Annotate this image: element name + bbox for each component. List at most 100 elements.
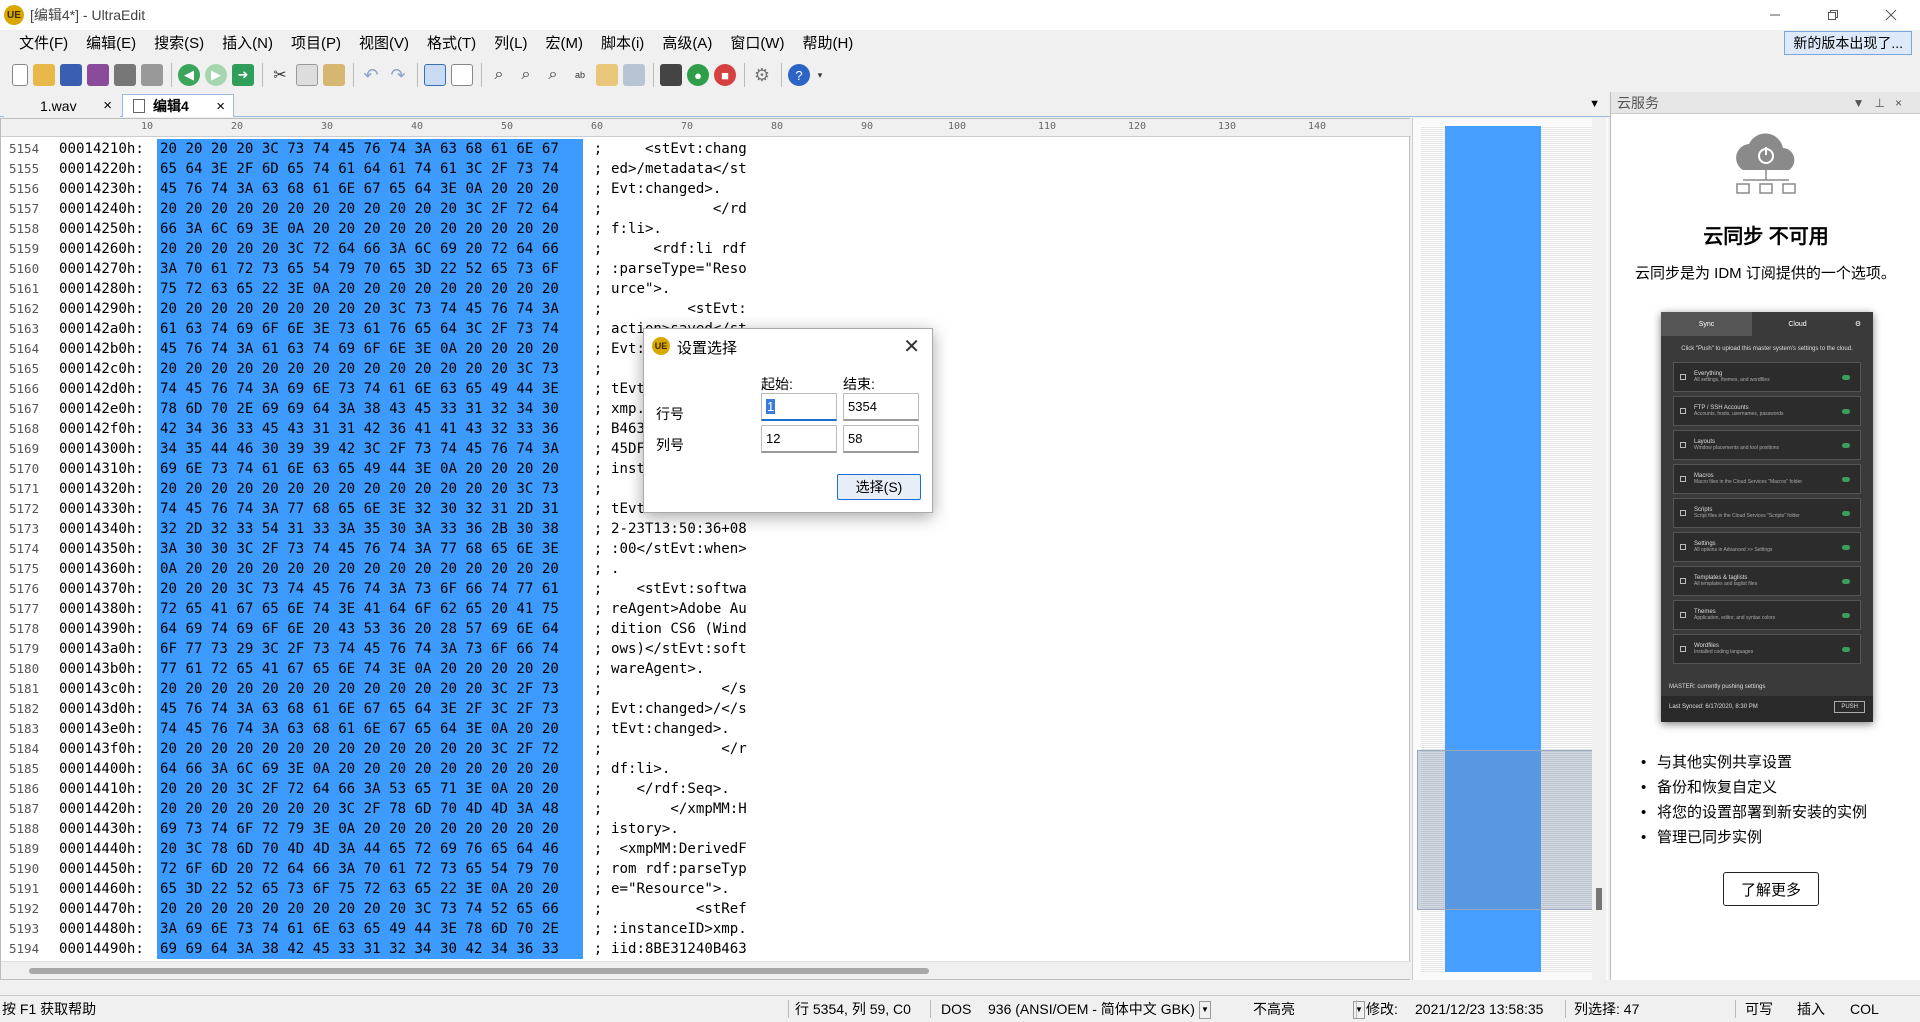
scrollbar-thumb[interactable] [1596, 888, 1602, 910]
hex-row[interactable]: 5188 00014430h: 69 73 74 6F 72 79 3E 0A 20… [1, 819, 1401, 839]
insert-mode[interactable]: 插入 [1797, 996, 1825, 1022]
hex-mode-icon[interactable] [451, 64, 473, 86]
tab-edit4[interactable]: 编辑4 × [122, 94, 234, 117]
tab-close-icon[interactable]: × [103, 97, 112, 114]
writable-status[interactable]: 可写 [1745, 996, 1773, 1022]
replace-in-files-icon[interactable] [623, 64, 645, 86]
learn-more-button[interactable]: 了解更多 [1723, 872, 1819, 906]
undo-icon[interactable]: ↶ [360, 64, 382, 86]
hex-row[interactable]: 5173 00014340h: 32 2D 32 33 54 31 33 3A 35… [1, 519, 1401, 539]
menu-view[interactable]: 视图(V) [350, 30, 418, 57]
hex-row[interactable]: 5178 00014390h: 64 69 74 69 6F 6E 20 43 53… [1, 619, 1401, 639]
hex-row[interactable]: 5192 00014470h: 20 20 20 20 20 20 20 20 20… [1, 899, 1401, 919]
nav-forward-icon[interactable]: ▶ [205, 64, 227, 86]
hex-row[interactable]: 5194 00014490h: 69 69 64 3A 38 42 45 33 31… [1, 939, 1401, 959]
vertical-scrollbar[interactable] [1592, 118, 1606, 980]
codepage-selector[interactable]: 936 (ANSI/OEM - 简体中文 GBK) ▼ [988, 996, 1211, 1022]
column-end-input[interactable]: 58 [843, 425, 919, 453]
print-icon[interactable] [114, 64, 136, 86]
stop-macro-icon[interactable]: ■ [714, 64, 736, 86]
menu-edit[interactable]: 编辑(E) [77, 30, 145, 57]
macro-icon[interactable] [660, 64, 682, 86]
scrollbar-thumb[interactable] [29, 968, 929, 974]
line-ending[interactable]: DOS [941, 996, 971, 1022]
select-button[interactable]: 选择(S) [837, 474, 921, 500]
row-end-input[interactable]: 5354 [843, 393, 919, 421]
hex-row[interactable]: 5184 000143f0h: 20 20 20 20 20 20 20 20 20… [1, 739, 1401, 759]
hex-row[interactable]: 5160 00014270h: 3A 70 61 72 73 65 54 79 70… [1, 259, 1401, 279]
minimap-viewport[interactable] [1417, 750, 1597, 910]
horizontal-scrollbar[interactable] [1, 961, 1411, 979]
menu-search[interactable]: 搜索(S) [145, 30, 213, 57]
toolbar-overflow-icon[interactable]: ▾ [815, 64, 825, 86]
find-prev-icon[interactable]: ⌕ [542, 64, 564, 86]
hex-row[interactable]: 5157 00014240h: 20 20 20 20 20 20 20 20 20… [1, 199, 1401, 219]
column-start-input[interactable]: 12 [761, 425, 837, 453]
new-version-button[interactable]: 新的版本出现了... [1784, 31, 1912, 55]
hex-row[interactable]: 5176 00014370h: 20 20 20 3C 73 74 45 76 74… [1, 579, 1401, 599]
hex-editor[interactable]: 10 20 30 40 50 60 70 80 90 100 110 120 1… [0, 118, 1411, 980]
hex-row[interactable]: 5175 00014360h: 0A 20 20 20 20 20 20 20 20… [1, 559, 1401, 579]
print-preview-icon[interactable] [141, 64, 163, 86]
row-start-input[interactable]: 1 [761, 393, 837, 421]
save-icon[interactable] [60, 64, 82, 86]
minimap[interactable] [1412, 118, 1608, 980]
paste-icon[interactable] [323, 64, 345, 86]
menu-project[interactable]: 项目(P) [282, 30, 350, 57]
menu-insert[interactable]: 插入(N) [213, 30, 282, 57]
tab-list-dropdown-icon[interactable]: ▼ [1589, 98, 1600, 110]
hex-row[interactable]: 5159 00014260h: 20 20 20 20 20 3C 72 64 66… [1, 239, 1401, 259]
menu-file[interactable]: 文件(F) [10, 30, 77, 57]
menu-format[interactable]: 格式(T) [418, 30, 485, 57]
hex-row[interactable]: 5180 000143b0h: 77 61 72 65 41 67 65 6E 74… [1, 659, 1401, 679]
hex-row[interactable]: 5187 00014420h: 20 20 20 20 20 20 20 3C 2F… [1, 799, 1401, 819]
hex-row[interactable]: 5155 00014220h: 65 64 3E 2F 6D 65 74 61 64… [1, 159, 1401, 179]
hex-row[interactable]: 5193 00014480h: 3A 69 6E 73 74 61 6E 63 65… [1, 919, 1401, 939]
record-macro-icon[interactable]: ● [687, 64, 709, 86]
pin-icon[interactable]: ⊥ [1875, 96, 1895, 110]
nav-back-icon[interactable]: ◀ [178, 64, 200, 86]
settings-gear-icon[interactable]: ⚙ [751, 64, 773, 86]
redo-icon[interactable]: ↷ [387, 64, 409, 86]
restore-button[interactable] [1804, 0, 1862, 30]
column-mode[interactable]: COL [1850, 996, 1879, 1022]
panel-close-icon[interactable]: × [1895, 96, 1912, 110]
hex-row[interactable]: 5186 00014410h: 20 20 20 3C 2F 72 64 66 3A… [1, 779, 1401, 799]
hex-row[interactable]: 5156 00014230h: 45 76 74 3A 63 68 61 6E 67… [1, 179, 1401, 199]
copy-icon[interactable] [296, 64, 318, 86]
menu-column[interactable]: 列(L) [485, 30, 536, 57]
menu-window[interactable]: 窗口(W) [721, 30, 793, 57]
find-next-icon[interactable]: ⌕ [515, 64, 537, 86]
goto-icon[interactable]: ➜ [232, 64, 254, 86]
new-file-icon[interactable] [12, 64, 28, 86]
column-mode-icon[interactable] [424, 64, 446, 86]
menu-advanced[interactable]: 高级(A) [653, 30, 721, 57]
hex-row[interactable]: 5185 00014400h: 64 66 3A 6C 69 3E 0A 20 20… [1, 759, 1401, 779]
hex-row[interactable]: 5174 00014350h: 3A 30 30 3C 2F 73 74 45 76… [1, 539, 1401, 559]
hex-row[interactable]: 5158 00014250h: 66 3A 6C 69 3E 0A 20 20 20… [1, 219, 1401, 239]
hex-row[interactable]: 5182 000143d0h: 45 76 74 3A 63 68 61 6E 67… [1, 699, 1401, 719]
tab-1-wav[interactable]: 1.wav × [4, 94, 120, 117]
panel-menu-icon[interactable]: ▼ [1853, 96, 1875, 110]
hex-row[interactable]: 5183 000143e0h: 74 45 76 74 3A 63 68 61 6E… [1, 719, 1401, 739]
replace-icon[interactable]: ab [569, 64, 591, 86]
hex-row[interactable]: 5154 00014210h: 20 20 20 20 3C 73 74 45 76… [1, 139, 1401, 159]
save-all-icon[interactable] [87, 64, 109, 86]
menu-script[interactable]: 脚本(i) [592, 30, 653, 57]
help-icon[interactable]: ? [788, 64, 810, 86]
close-button[interactable] [1862, 0, 1920, 30]
hex-row[interactable]: 5161 00014280h: 75 72 63 65 22 3E 0A 20 20… [1, 279, 1401, 299]
hex-row[interactable]: 5191 00014460h: 65 3D 22 52 65 73 6F 75 72… [1, 879, 1401, 899]
hex-row[interactable]: 5181 000143c0h: 20 20 20 20 20 20 20 20 20… [1, 679, 1401, 699]
hex-row[interactable]: 5162 00014290h: 20 20 20 20 20 20 20 20 20… [1, 299, 1401, 319]
cut-icon[interactable]: ✂ [269, 64, 291, 86]
find-icon[interactable]: ⌕ [488, 64, 510, 86]
highlight-selector[interactable]: 不高亮 ▼ [1253, 996, 1365, 1022]
dialog-close-icon[interactable]: ✕ [903, 334, 920, 359]
hex-row[interactable]: 5179 000143a0h: 6F 77 73 29 3C 2F 73 74 45… [1, 639, 1401, 659]
menu-macro[interactable]: 宏(M) [536, 30, 592, 57]
hex-row[interactable]: 5190 00014450h: 72 6F 6D 20 72 64 66 3A 70… [1, 859, 1401, 879]
open-folder-icon[interactable] [33, 64, 55, 86]
hex-row[interactable]: 5177 00014380h: 72 65 41 67 65 6E 74 3E 41… [1, 599, 1401, 619]
find-in-files-icon[interactable] [596, 64, 618, 86]
